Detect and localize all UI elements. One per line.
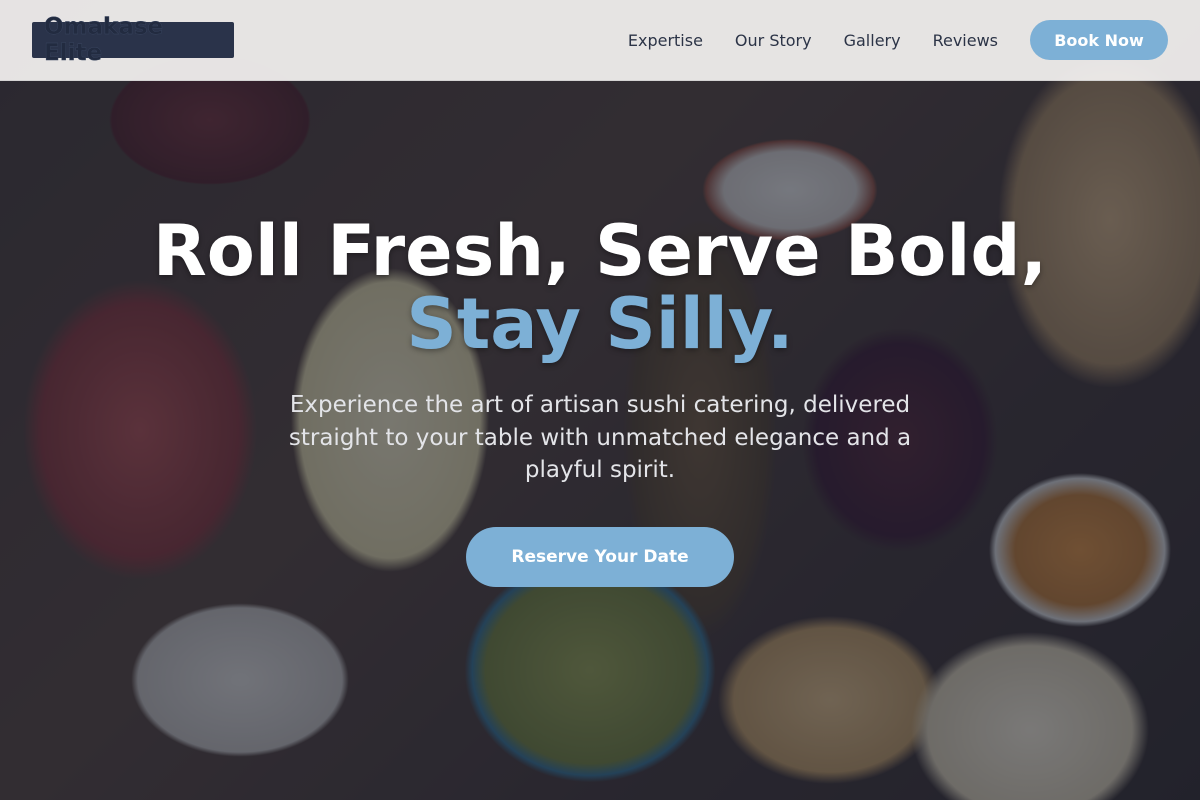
- hero-subtext: Experience the art of artisan sushi cate…: [288, 392, 912, 483]
- nav-link-reviews[interactable]: Reviews: [933, 31, 998, 50]
- hero-section: Omakase Elite Expertise Our Story Galler…: [0, 0, 1200, 800]
- nav-link-gallery[interactable]: Gallery: [844, 31, 901, 50]
- headline-accent: Stay Silly.: [406, 283, 794, 365]
- hero-content: Roll Fresh, Serve Bold, Stay Silly. Expe…: [0, 215, 1200, 587]
- nav-links: Expertise Our Story Gallery Reviews Book…: [596, 20, 1168, 60]
- nav-link-our-story[interactable]: Our Story: [735, 31, 812, 50]
- navbar: Omakase Elite Expertise Our Story Galler…: [0, 0, 1200, 81]
- brand-logo[interactable]: Omakase Elite: [32, 14, 234, 66]
- book-now-button[interactable]: Book Now: [1030, 20, 1168, 60]
- brand-name: Omakase Elite: [44, 14, 164, 66]
- headline-line-1: Roll Fresh, Serve Bold,: [152, 210, 1048, 292]
- reserve-date-button[interactable]: Reserve Your Date: [466, 526, 734, 587]
- nav-link-expertise[interactable]: Expertise: [628, 31, 703, 50]
- hero-headline: Roll Fresh, Serve Bold, Stay Silly.: [0, 215, 1200, 361]
